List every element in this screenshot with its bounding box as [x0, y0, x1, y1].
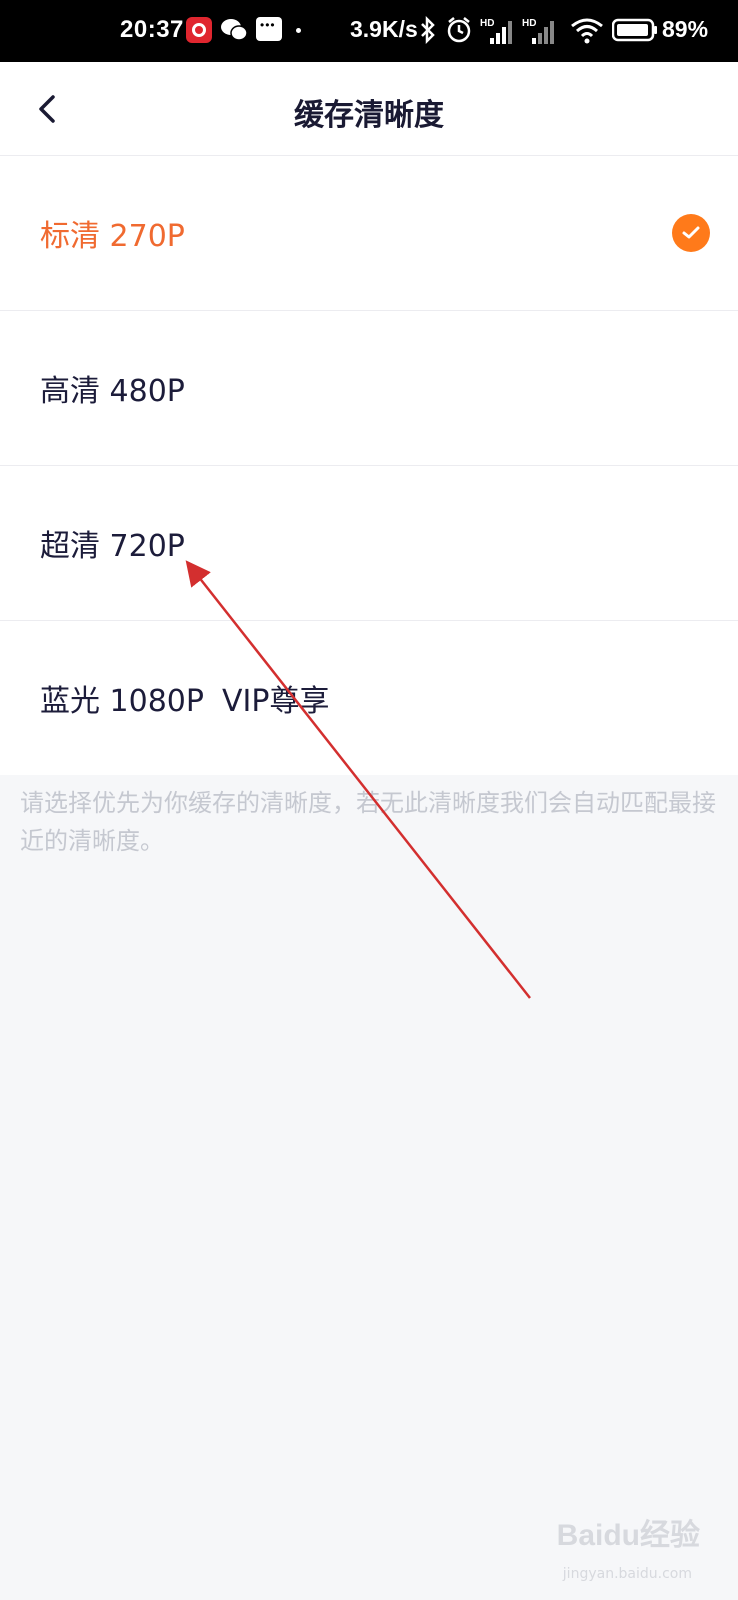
bluetooth-icon — [421, 16, 435, 44]
notification-dot-icon — [296, 28, 301, 33]
battery-icon — [612, 18, 657, 42]
option-label: 蓝光 1080P — [40, 684, 204, 719]
page-title: 缓存清晰度 — [294, 98, 444, 133]
option-1080p[interactable]: 蓝光 1080P VIP尊享 — [0, 621, 738, 775]
option-270p[interactable]: 标清 270P — [0, 156, 738, 311]
hint-text: 请选择优先为你缓存的清晰度，若无此清晰度我们会自动匹配最接近的清晰度。 — [20, 789, 716, 855]
vip-tag: VIP尊享 — [221, 684, 330, 719]
wechat-icon — [221, 19, 248, 41]
watermark: Baidu经验 — [556, 1519, 700, 1552]
signal-hd-icon: HD — [522, 18, 554, 44]
battery-percentage: 89% — [662, 16, 709, 42]
netease-music-icon — [186, 17, 212, 43]
network-speed: 3.9K/s — [350, 16, 418, 42]
svg-text:HD: HD — [522, 18, 536, 29]
option-label: 标清 270P — [40, 219, 185, 254]
option-720p[interactable]: 超清 720P — [0, 466, 738, 621]
option-label: 超清 720P — [40, 529, 185, 564]
option-480p[interactable]: 高清 480P — [0, 311, 738, 466]
message-icon — [256, 17, 282, 41]
watermark-url: jingyan.baidu.com — [562, 1566, 692, 1582]
screen: 20:37 3.9K/s HD HD — [0, 0, 738, 1600]
wifi-icon — [571, 18, 603, 44]
quality-options-list: 标清 270P 高清 480P 超清 720P 蓝光 1080P VIP尊享 — [0, 156, 738, 775]
checkmark-icon — [672, 214, 710, 252]
header: 缓存清晰度 — [0, 62, 738, 156]
status-bar: 20:37 3.9K/s HD HD — [0, 0, 738, 62]
alarm-icon — [447, 17, 471, 43]
option-label: 高清 480P — [40, 374, 185, 409]
status-time: 20:37 — [120, 16, 184, 43]
signal-hd-icon: HD — [480, 18, 512, 44]
svg-text:HD: HD — [480, 18, 494, 29]
